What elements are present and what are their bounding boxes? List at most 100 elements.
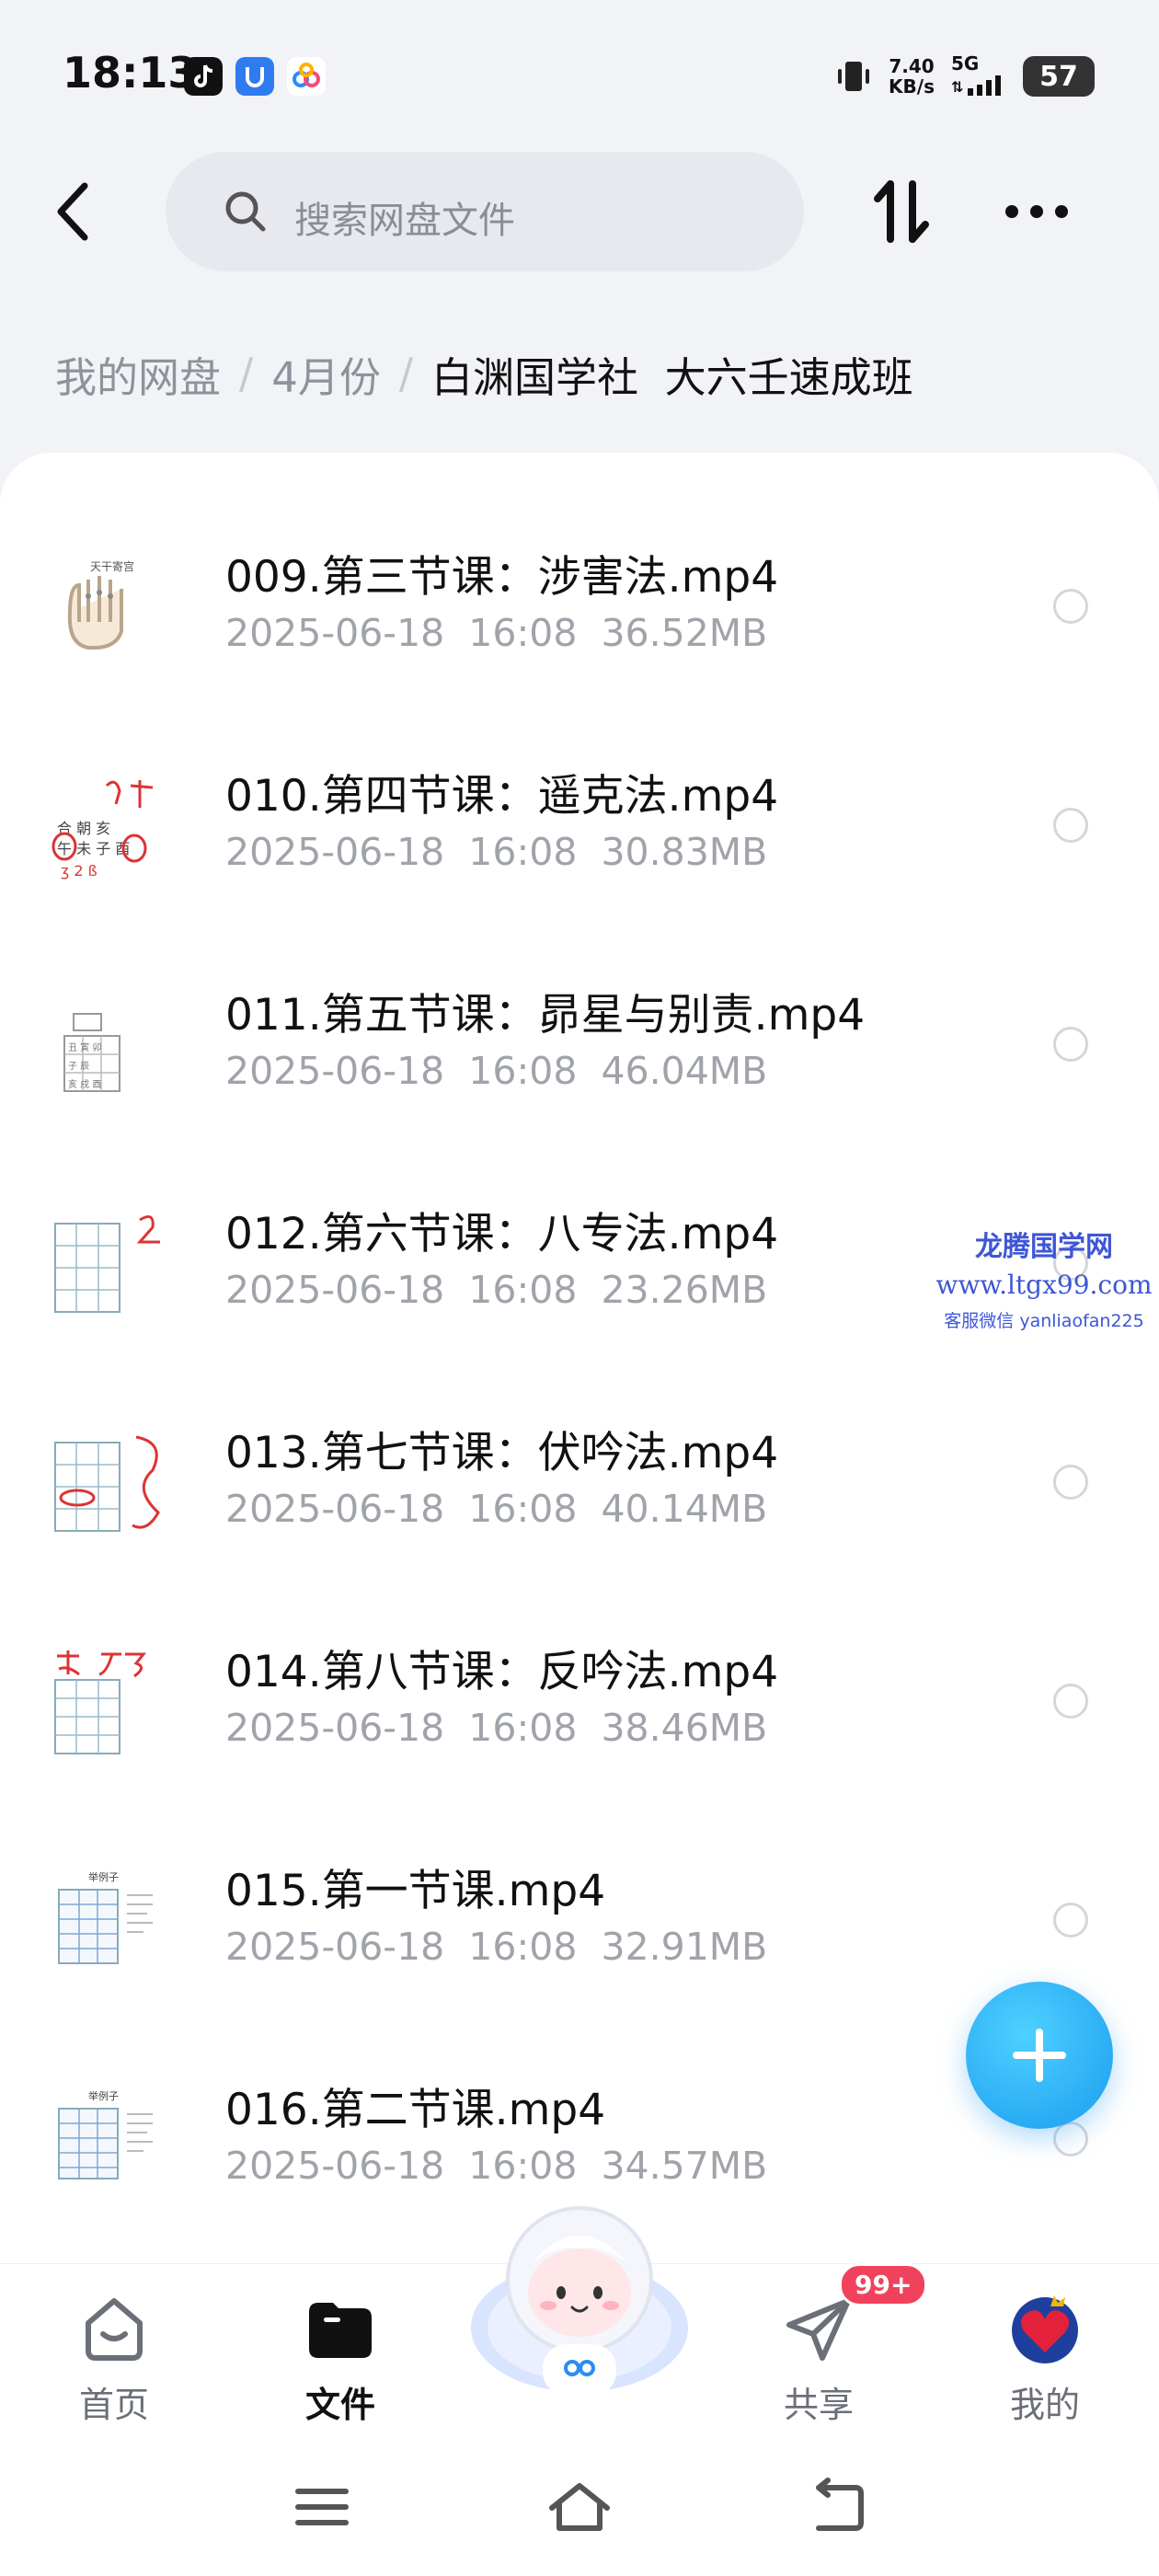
video-thumbnail: 天干寄宫	[52, 548, 169, 666]
search-input[interactable]: 搜索网盘文件	[166, 152, 804, 271]
file-meta: 2025-06-18 16:08 32.91MB	[225, 1925, 791, 1969]
file-name: 013.第七节课：伏吟法.mp4	[225, 1428, 779, 1478]
file-size: 34.57MB	[601, 2144, 768, 2188]
status-time: 18:13	[63, 48, 198, 98]
file-time: 16:08	[468, 1268, 578, 1312]
nav-files-label: 文件	[304, 2385, 375, 2425]
watermark-title: 龙腾国学网	[975, 1231, 1113, 1263]
back-arrow-icon[interactable]	[46, 175, 101, 248]
watermark-contact: 客服微信 yanliaofan225	[944, 1311, 1144, 1331]
folder-icon	[309, 2303, 372, 2358]
svg-text:⇅: ⇅	[951, 78, 963, 96]
file-size: 30.83MB	[601, 830, 768, 874]
file-meta: 2025-06-18 16:08 46.04MB	[225, 1049, 791, 1093]
file-row[interactable]: 举例子 015.第一节课.mp4 2025-06-18 16:08 32.91MB	[0, 1766, 1159, 1985]
file-row[interactable]: 天干寄宫 009.第三节课：涉害法.mp4 2025-06-18 16:08 36.…	[0, 453, 1159, 672]
file-size: 46.04MB	[601, 1049, 768, 1093]
share-badge: 99+	[839, 2263, 928, 2306]
file-size: 40.14MB	[601, 1487, 768, 1531]
file-date: 2025-06-18	[225, 830, 445, 874]
svg-text:ʒ 2 ß: ʒ 2 ß	[61, 862, 98, 880]
file-row[interactable]: 013.第七节课：伏吟法.mp4 2025-06-18 16:08 40.14MB	[0, 1328, 1159, 1547]
file-time: 16:08	[468, 1487, 578, 1531]
file-meta: 2025-06-18 16:08 30.83MB	[225, 830, 791, 874]
home-icon	[86, 2298, 143, 2361]
file-name: 014.第八节课：反吟法.mp4	[225, 1647, 779, 1697]
file-name: 009.第三节课：涉害法.mp4	[225, 552, 779, 603]
more-options-icon[interactable]	[1003, 193, 1071, 230]
mascot-ai-button[interactable]	[458, 2190, 701, 2403]
add-button[interactable]	[966, 1982, 1113, 2129]
video-thumbnail: 丑 寅 卯 子 辰 亥 戌 酉	[52, 986, 169, 1104]
file-row[interactable]: 合 朝 亥 午 未 子 酉 ʒ 2 ß 010.第四节课：遥克法.mp4 202…	[0, 672, 1159, 891]
breadcrumb: 我的网盘 / 4月份 / 白渊国学社 大六壬速成班	[55, 344, 913, 404]
network-indicator: 5G ⇅	[951, 53, 1006, 99]
svg-text:天干寄宫: 天干寄宫	[90, 559, 134, 573]
file-size: 32.91MB	[601, 1925, 768, 1969]
select-radio[interactable]	[1053, 2122, 1088, 2156]
svg-text:举例子: 举例子	[88, 1870, 119, 1883]
file-date: 2025-06-18	[225, 1925, 445, 1969]
file-row[interactable]: 丑 寅 卯 子 辰 亥 戌 酉 011.第五节课：昴星与别责.mp4 2025-…	[0, 891, 1159, 1110]
select-radio[interactable]	[1053, 1684, 1088, 1719]
select-radio[interactable]	[1053, 1903, 1088, 1938]
nav-files[interactable]: 文件	[267, 2292, 414, 2427]
nav-home-label: 首页	[78, 2385, 149, 2425]
nav-home[interactable]: 首页	[40, 2292, 188, 2427]
file-name: 012.第六节课：八专法.mp4	[225, 1209, 779, 1259]
breadcrumb-current: 白渊国学社 大六壬速成班	[431, 353, 913, 402]
baidu-netdisk-icon	[287, 57, 326, 96]
home-button-icon[interactable]	[543, 2475, 616, 2539]
file-name: 010.第四节课：遥克法.mp4	[225, 771, 779, 822]
file-meta: 2025-06-18 16:08 38.46MB	[225, 1706, 791, 1750]
search-icon	[225, 191, 266, 232]
file-name: 016.第二节课.mp4	[225, 2085, 606, 2135]
file-date: 2025-06-18	[225, 1706, 445, 1750]
select-radio[interactable]	[1053, 808, 1088, 843]
u-shield-icon	[235, 57, 274, 96]
file-row[interactable]: 014.第八节课：反吟法.mp4 2025-06-18 16:08 38.46MB	[0, 1547, 1159, 1766]
svg-text:子 辰: 子 辰	[68, 1061, 89, 1072]
breadcrumb-item-root[interactable]: 我的网盘	[55, 344, 221, 404]
nav-share[interactable]: 共享	[745, 2292, 892, 2427]
network-speed: 7.40 KB/s	[889, 56, 935, 97]
avatar	[1012, 2295, 1078, 2363]
file-list: 天干寄宫 009.第三节课：涉害法.mp4 2025-06-18 16:08 36.…	[0, 453, 1159, 2263]
select-radio[interactable]	[1053, 1027, 1088, 1062]
file-name: 011.第五节课：昴星与别责.mp4	[225, 990, 866, 1041]
breadcrumb-separator: /	[398, 350, 413, 398]
send-icon	[786, 2298, 851, 2361]
file-meta: 2025-06-18 16:08 36.52MB	[225, 611, 791, 655]
watermark-url: www.ltgx99.com	[935, 1270, 1153, 1300]
watermark: 龙腾国学网 www.ltgx99.com 客服微信 yanliaofan225	[929, 1224, 1159, 1332]
system-nav-bar	[0, 2447, 1159, 2576]
file-time: 16:08	[468, 2144, 578, 2188]
nav-mine-label: 我的	[1009, 2385, 1080, 2425]
breadcrumb-separator: /	[239, 350, 254, 398]
speed-unit: KB/s	[889, 75, 935, 98]
file-date: 2025-06-18	[225, 611, 445, 655]
file-time: 16:08	[468, 1925, 578, 1969]
svg-text:丑 寅 卯: 丑 寅 卯	[68, 1041, 101, 1053]
speed-value: 7.40	[889, 55, 935, 77]
file-meta: 2025-06-18 16:08 40.14MB	[225, 1487, 791, 1531]
menu-icon[interactable]	[285, 2475, 359, 2539]
system-back-icon[interactable]	[800, 2475, 874, 2539]
status-bar: 18:13 7.40 KB/s 5G ⇅ 57	[0, 0, 1159, 147]
select-radio[interactable]	[1053, 1465, 1088, 1500]
sort-icon[interactable]	[870, 175, 933, 248]
battery-indicator: 57	[1023, 56, 1107, 97]
file-time: 16:08	[468, 830, 578, 874]
nav-mine[interactable]: 我的	[971, 2292, 1119, 2427]
network-type: 5G	[951, 52, 980, 75]
svg-text:举例子: 举例子	[88, 2089, 119, 2102]
select-radio[interactable]	[1053, 589, 1088, 624]
breadcrumb-item-month[interactable]: 4月份	[271, 344, 381, 404]
file-size: 38.46MB	[601, 1706, 768, 1750]
plus-icon	[1013, 2029, 1066, 2082]
file-date: 2025-06-18	[225, 1487, 445, 1531]
file-size: 23.26MB	[601, 1268, 768, 1312]
file-meta: 2025-06-18 16:08 23.26MB	[225, 1268, 791, 1312]
svg-text:午 未 子 酉: 午 未 子 酉	[57, 840, 130, 857]
nav-share-label: 共享	[783, 2385, 854, 2425]
